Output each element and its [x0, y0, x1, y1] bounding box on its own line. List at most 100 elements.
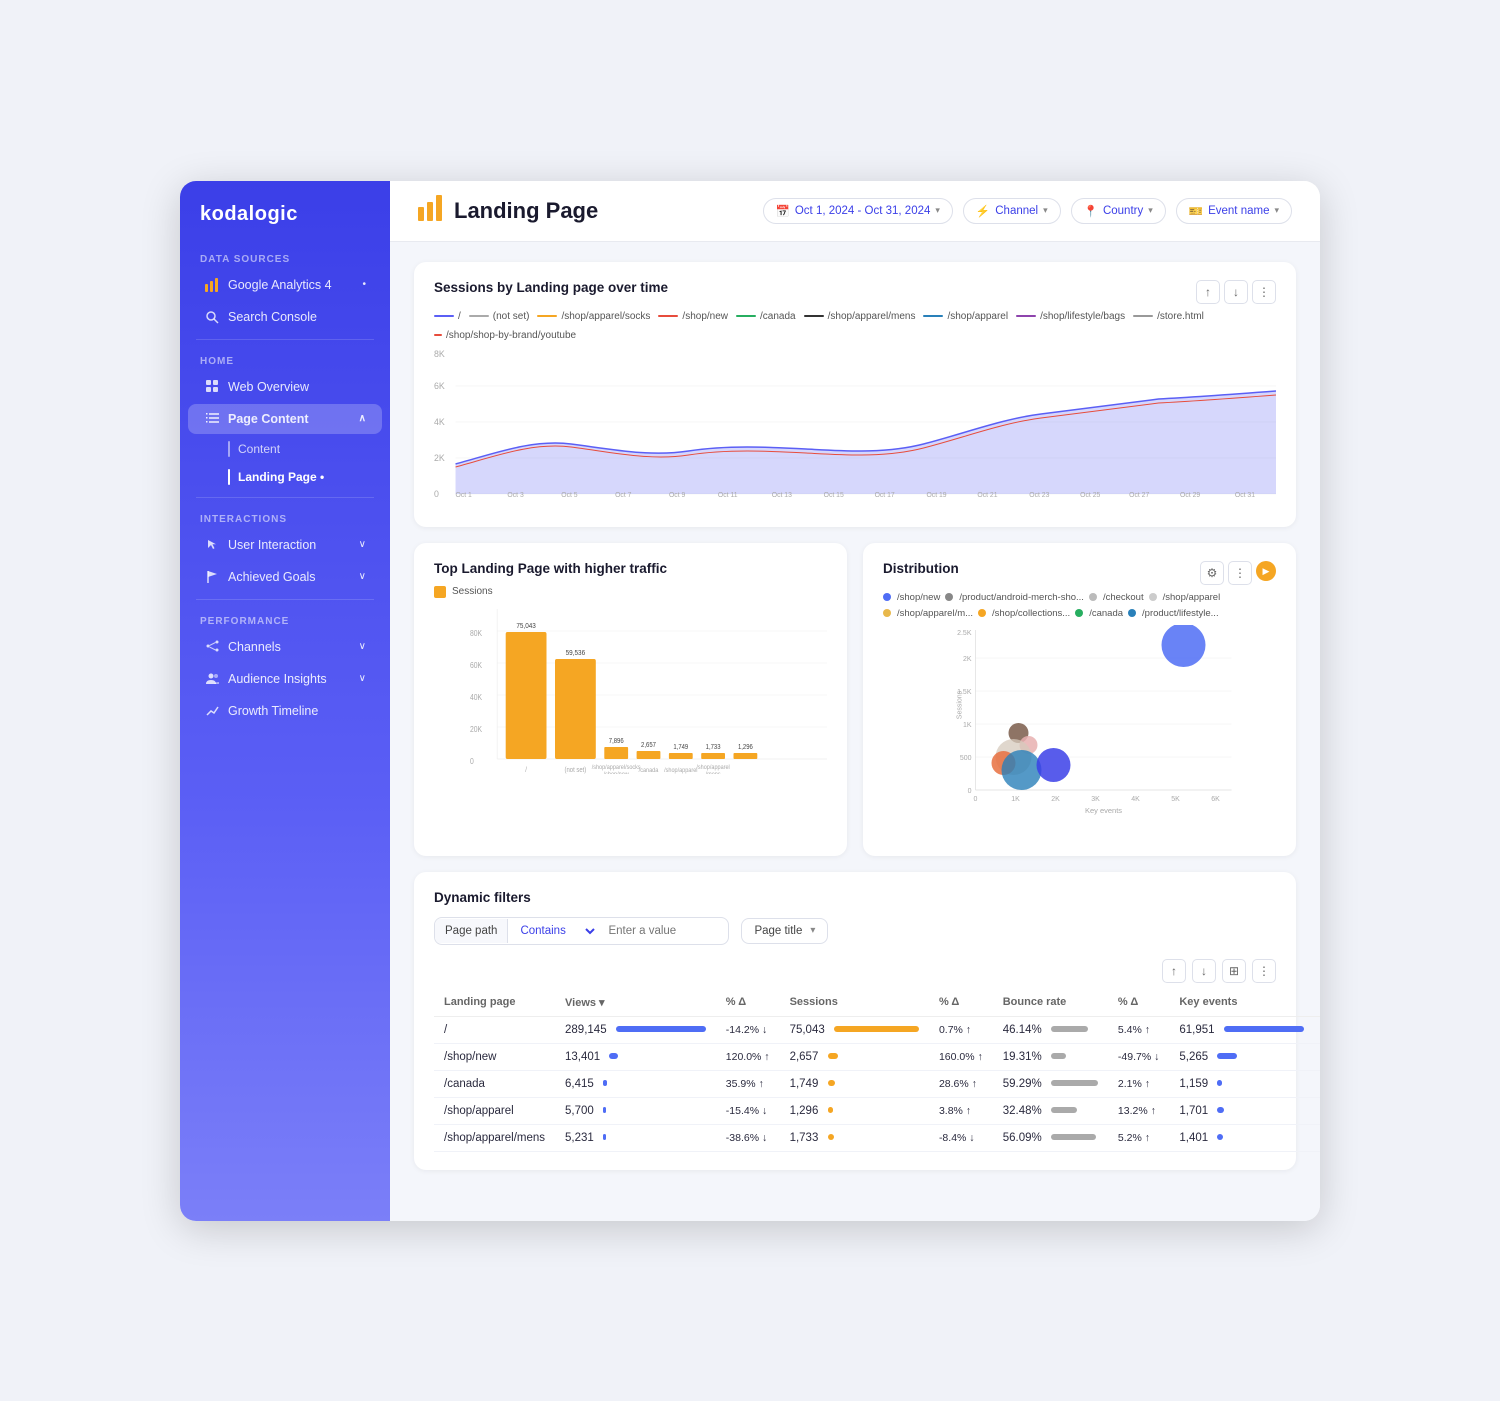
table-export-btn[interactable]: ⊞: [1222, 959, 1246, 983]
svg-text:/shop/apparel: /shop/apparel: [696, 764, 729, 770]
sidebar-item-audience-insights[interactable]: Audience Insights ∨: [188, 664, 382, 694]
contains-select[interactable]: Contains Starts with Ends with Equals: [508, 918, 598, 944]
svg-text:Oct 9: Oct 9: [669, 491, 685, 498]
col-views[interactable]: Views ▾: [555, 989, 716, 1017]
location-icon: 📍: [1084, 204, 1098, 218]
legend-item: /shop/lifestyle/bags: [1016, 311, 1125, 322]
bounce-bar: [1051, 1134, 1096, 1140]
event-name-filter[interactable]: 🎫 Event name ▾: [1176, 198, 1292, 224]
col-bounce-rate: Bounce rate: [993, 989, 1108, 1017]
sidebar-item-google-analytics[interactable]: Google Analytics 4 •: [188, 270, 382, 300]
chart-up-btn[interactable]: ↑: [1196, 280, 1220, 304]
sidebar-item-growth-timeline[interactable]: Growth Timeline: [188, 696, 382, 726]
sidebar-item-search-console[interactable]: Search Console: [188, 302, 382, 332]
dist-nav-btn[interactable]: ▶: [1256, 561, 1276, 581]
chevron-icon: ∨: [359, 641, 366, 652]
cell-key-events-delta: 127.3% ↑: [1314, 1043, 1320, 1070]
svg-text:6K: 6K: [1211, 796, 1220, 803]
svg-text:Oct 29: Oct 29: [1180, 491, 1200, 498]
sidebar-item-label: Achieved Goals: [228, 570, 316, 584]
section-label-interactions: Interactions: [180, 504, 390, 529]
sidebar-item-label: Channels: [228, 640, 281, 654]
cell-views-delta: 120.0% ↑: [716, 1043, 780, 1070]
cell-sessions: 1,749: [780, 1070, 929, 1097]
table-sort-up-btn[interactable]: ↑: [1162, 959, 1186, 983]
svg-text:(not set): (not set): [565, 766, 587, 773]
table-row: /shop/apparel 5,700 -15.4% ↓ 1,296 3.8% …: [434, 1097, 1320, 1124]
svg-text:0: 0: [968, 788, 972, 795]
cell-views: 6,415: [555, 1070, 716, 1097]
bar-legend-label: Sessions: [452, 586, 493, 597]
calendar-icon: 📅: [776, 204, 790, 218]
cell-views: 5,231: [555, 1124, 716, 1151]
page-path-filter[interactable]: Page path Contains Starts with Ends with…: [434, 917, 729, 945]
svg-text:Oct 25: Oct 25: [1080, 491, 1100, 498]
svg-text:1.5K: 1.5K: [957, 689, 972, 696]
views-bar: [603, 1107, 606, 1113]
col-sessions-delta: % Δ: [929, 989, 993, 1017]
sidebar-divider-2: [196, 497, 374, 498]
sidebar-item-web-overview[interactable]: Web Overview: [188, 372, 382, 402]
legend-item: /store.html: [1133, 311, 1204, 322]
cell-key-events: 61,951: [1169, 1016, 1313, 1043]
svg-text:2K: 2K: [963, 656, 972, 663]
dist-filter-btn[interactable]: ⚙: [1200, 561, 1224, 585]
sidebar-item-user-interaction[interactable]: User Interaction ∨: [188, 530, 382, 560]
sidebar-item-channels[interactable]: Channels ∨: [188, 632, 382, 662]
channel-filter[interactable]: ⚡ Channel ▾: [963, 198, 1061, 224]
legend-item: /: [434, 311, 461, 322]
legend-item: /shop/new: [883, 592, 940, 603]
section-label-datasources: Data Sources: [180, 244, 390, 269]
chart-icon: [204, 277, 220, 293]
svg-text:2K: 2K: [1051, 796, 1060, 803]
date-range-filter[interactable]: 📅 Oct 1, 2024 - Oct 31, 2024 ▾: [763, 198, 953, 224]
cell-sessions: 1,296: [780, 1097, 929, 1124]
sessions-bar: [828, 1053, 838, 1059]
search-console-icon: [204, 309, 220, 325]
svg-text:500: 500: [960, 755, 972, 762]
chevron-down-icon: ▾: [1274, 205, 1279, 216]
filter-value-input[interactable]: [598, 919, 728, 943]
views-bar: [609, 1053, 618, 1059]
table-more-btn[interactable]: ⋮: [1252, 959, 1276, 983]
svg-text:0: 0: [470, 756, 474, 766]
key-events-bar: [1217, 1080, 1222, 1086]
chevron-icon: ∨: [359, 571, 366, 582]
sidebar-item-achieved-goals[interactable]: Achieved Goals ∨: [188, 562, 382, 592]
sessions-bar: [828, 1080, 835, 1086]
cell-key-events: 1,159: [1169, 1070, 1313, 1097]
main-content: Landing Page 📅 Oct 1, 2024 - Oct 31, 202…: [390, 181, 1320, 1221]
dist-more-btn[interactable]: ⋮: [1228, 561, 1252, 585]
svg-text:6K: 6K: [434, 380, 445, 390]
chart-down-btn[interactable]: ↓: [1224, 280, 1248, 304]
bounce-bar: [1051, 1053, 1066, 1059]
sidebar: kodalogic Data Sources Google Analytics …: [180, 181, 390, 1221]
sidebar-item-label: Page Content: [228, 412, 309, 426]
channel-label: Channel: [995, 205, 1038, 217]
cell-key-events-delta: -18.7% ↓: [1314, 1097, 1320, 1124]
sidebar-sub-item-landing-page[interactable]: Landing Page •: [188, 464, 382, 490]
cell-views-delta: 35.9% ↑: [716, 1070, 780, 1097]
dynamic-filters-card: Dynamic filters Page path Contains Start…: [414, 872, 1296, 1170]
svg-text:/canada: /canada: [639, 767, 659, 773]
grid-icon: [204, 379, 220, 395]
page-title-filter[interactable]: Page title ▾: [741, 918, 828, 944]
country-filter[interactable]: 📍 Country ▾: [1071, 198, 1166, 224]
sidebar-item-page-content[interactable]: Page Content ∧: [188, 404, 382, 434]
sidebar-item-label: Web Overview: [228, 380, 309, 394]
legend-item: /shop/shop-by-brand/youtube: [434, 330, 576, 341]
section-label-performance: Performance: [180, 606, 390, 631]
svg-text:4K: 4K: [434, 416, 445, 426]
views-bar: [603, 1134, 606, 1140]
table-sort-down-btn[interactable]: ↓: [1192, 959, 1216, 983]
bounce-bar: [1051, 1026, 1088, 1032]
chevron-icon: ∨: [359, 539, 366, 550]
chart-more-btn[interactable]: ⋮: [1252, 280, 1276, 304]
sidebar-item-label: Growth Timeline: [228, 704, 318, 718]
bounce-bar: [1051, 1080, 1098, 1086]
dot-indicator: [228, 469, 230, 485]
cell-bounce-delta: 5.2% ↑: [1108, 1124, 1169, 1151]
cell-bounce-rate: 59.29%: [993, 1070, 1108, 1097]
header-filters: 📅 Oct 1, 2024 - Oct 31, 2024 ▾ ⚡ Channel…: [763, 198, 1292, 224]
sidebar-sub-item-content[interactable]: Content: [188, 436, 382, 462]
